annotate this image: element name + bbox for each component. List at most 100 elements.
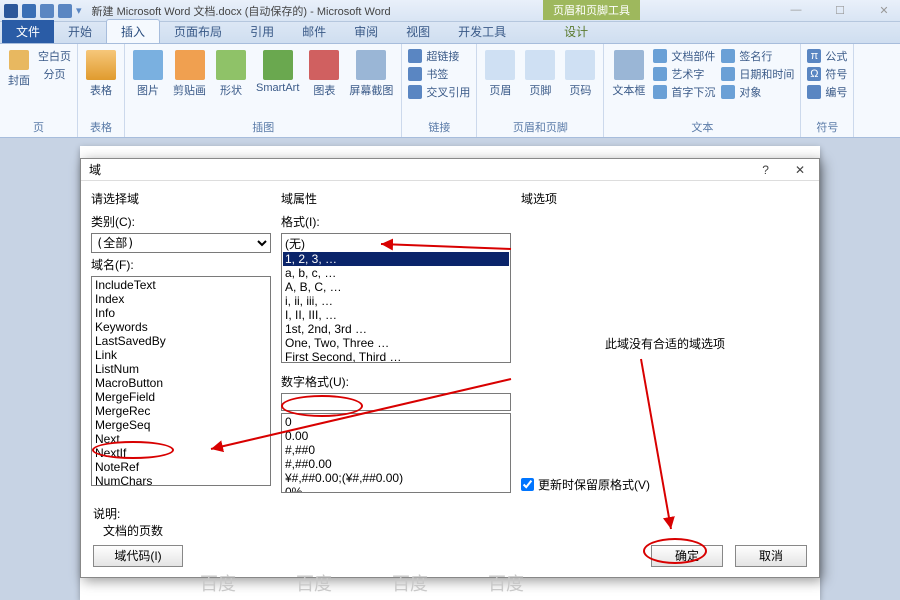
close-button[interactable]: ✕	[872, 4, 896, 17]
tab-file[interactable]: 文件	[2, 20, 54, 43]
preserve-format-checkbox[interactable]: 更新时保留原格式(V)	[521, 476, 809, 493]
list-item[interactable]: Next	[93, 432, 269, 446]
fieldname-listbox[interactable]: IncludeTextIndexInfoKeywordsLastSavedByL…	[91, 276, 271, 486]
hyperlink-button[interactable]: 超链接	[408, 48, 470, 64]
field-dialog: 域 ? ✕ 请选择域 类别(C): (全部) 域名(F): IncludeTex…	[80, 158, 820, 578]
tab-dev[interactable]: 开发工具	[444, 20, 520, 43]
tab-insert[interactable]: 插入	[106, 19, 160, 43]
list-item[interactable]: Index	[93, 292, 269, 306]
equation-button[interactable]: π公式	[807, 48, 847, 64]
list-item[interactable]: #,##0	[283, 443, 509, 457]
tab-mail[interactable]: 邮件	[288, 20, 340, 43]
numfmt-input[interactable]	[281, 393, 511, 411]
list-item[interactable]: #,##0.00	[283, 457, 509, 471]
group-table-label: 表格	[84, 117, 118, 135]
list-item[interactable]: NextIf	[93, 446, 269, 460]
list-item[interactable]: (无)	[283, 235, 509, 252]
group-links-label: 链接	[408, 117, 470, 135]
wordart-button[interactable]: 艺术字	[653, 66, 715, 82]
bookmark-button[interactable]: 书签	[408, 66, 470, 82]
tab-home[interactable]: 开始	[54, 20, 106, 43]
textbox-button[interactable]: 文本框	[610, 48, 647, 100]
list-item[interactable]: 1st, 2nd, 3rd …	[283, 322, 509, 336]
list-item[interactable]: Link	[93, 348, 269, 362]
minimize-button[interactable]: —	[784, 4, 808, 17]
dialog-close-button[interactable]: ✕	[789, 163, 811, 177]
save-icon[interactable]	[22, 4, 36, 18]
object-button[interactable]: 对象	[721, 84, 794, 100]
list-item[interactable]: MergeRec	[93, 404, 269, 418]
undo-icon[interactable]	[40, 4, 54, 18]
blank-page-button[interactable]: 空白页	[38, 48, 71, 64]
tab-layout[interactable]: 页面布局	[160, 20, 236, 43]
list-item[interactable]: First Second, Third …	[283, 350, 509, 363]
chart-button[interactable]: 图表	[307, 48, 341, 100]
ribbon-tabs: 文件 开始 插入 页面布局 引用 邮件 审阅 视图 开发工具 设计	[0, 22, 900, 44]
screenshot-button[interactable]: 屏幕截图	[347, 48, 395, 100]
cancel-button[interactable]: 取消	[735, 545, 807, 567]
list-item[interactable]: NumChars	[93, 474, 269, 486]
list-item[interactable]: IncludeText	[93, 278, 269, 292]
list-item[interactable]: 0.00	[283, 429, 509, 443]
ok-button[interactable]: 确定	[651, 545, 723, 567]
numfmt-listbox[interactable]: 00.00#,##0#,##0.00¥#,##0.00;(¥#,##0.00)0…	[281, 413, 511, 493]
list-item[interactable]: MacroButton	[93, 376, 269, 390]
list-item[interactable]: A, B, C, …	[283, 280, 509, 294]
format-listbox[interactable]: (无)1, 2, 3, …a, b, c, …A, B, C, …i, ii, …	[281, 233, 511, 363]
properties-label: 域属性	[281, 190, 511, 207]
dialog-help-button[interactable]: ?	[756, 163, 775, 177]
symbol-button[interactable]: Ω符号	[807, 66, 847, 82]
qat-dropdown-icon[interactable]: ▾	[76, 4, 82, 17]
redo-icon[interactable]	[58, 4, 72, 18]
clipart-button[interactable]: 剪贴画	[171, 48, 208, 100]
number-button[interactable]: 编号	[807, 84, 847, 100]
list-item[interactable]: i, ii, iii, …	[283, 294, 509, 308]
tab-references[interactable]: 引用	[236, 20, 288, 43]
cover-page-button[interactable]: 封面	[6, 48, 32, 90]
ribbon: 封面 空白页 分页 页 表格 表格 图片 剪贴画 形状 SmartArt 图表 …	[0, 44, 900, 138]
quickparts-button[interactable]: 文档部件	[653, 48, 715, 64]
list-item[interactable]: MergeSeq	[93, 418, 269, 432]
table-button[interactable]: 表格	[84, 48, 118, 100]
fieldname-label: 域名(F):	[91, 256, 271, 273]
watermark: 百度	[488, 570, 524, 596]
picture-button[interactable]: 图片	[131, 48, 165, 100]
crossref-button[interactable]: 交叉引用	[408, 84, 470, 100]
window-title: 新建 Microsoft Word 文档.docx (自动保存的) - Micr…	[92, 3, 784, 19]
dialog-title: 域	[89, 161, 756, 178]
signature-button[interactable]: 签名行	[721, 48, 794, 64]
fieldcodes-button[interactable]: 域代码(I)	[93, 545, 183, 567]
description-label: 说明:	[93, 507, 120, 521]
group-illustrations-label: 插图	[131, 117, 395, 135]
shapes-button[interactable]: 形状	[214, 48, 248, 100]
tab-design[interactable]: 设计	[550, 20, 602, 43]
list-item[interactable]: NoteRef	[93, 460, 269, 474]
format-label: 格式(I):	[281, 213, 511, 230]
list-item[interactable]: ListNum	[93, 362, 269, 376]
list-item[interactable]: Keywords	[93, 320, 269, 334]
smartart-button[interactable]: SmartArt	[254, 48, 301, 96]
list-item[interactable]: MergeField	[93, 390, 269, 404]
list-item[interactable]: LastSavedBy	[93, 334, 269, 348]
preserve-format-input[interactable]	[521, 478, 534, 491]
list-item[interactable]: I, II, III, …	[283, 308, 509, 322]
list-item[interactable]: 0	[283, 415, 509, 429]
tab-review[interactable]: 审阅	[340, 20, 392, 43]
dropcap-button[interactable]: 首字下沉	[653, 84, 715, 100]
datetime-button[interactable]: 日期和时间	[721, 66, 794, 82]
maximize-button[interactable]: ☐	[828, 4, 852, 17]
pagenum-button[interactable]: 页码	[563, 48, 597, 100]
header-button[interactable]: 页眉	[483, 48, 517, 100]
watermark: 百度	[200, 570, 236, 596]
list-item[interactable]: Info	[93, 306, 269, 320]
list-item[interactable]: One, Two, Three …	[283, 336, 509, 350]
watermark-row: 百度 百度 百度 百度	[200, 570, 524, 596]
list-item[interactable]: a, b, c, …	[283, 266, 509, 280]
footer-button[interactable]: 页脚	[523, 48, 557, 100]
list-item[interactable]: 1, 2, 3, …	[283, 252, 509, 266]
list-item[interactable]: ¥#,##0.00;(¥#,##0.00)	[283, 471, 509, 485]
category-select[interactable]: (全部)	[91, 233, 271, 253]
page-break-button[interactable]: 分页	[38, 66, 71, 82]
list-item[interactable]: 0%	[283, 485, 509, 493]
tab-view[interactable]: 视图	[392, 20, 444, 43]
